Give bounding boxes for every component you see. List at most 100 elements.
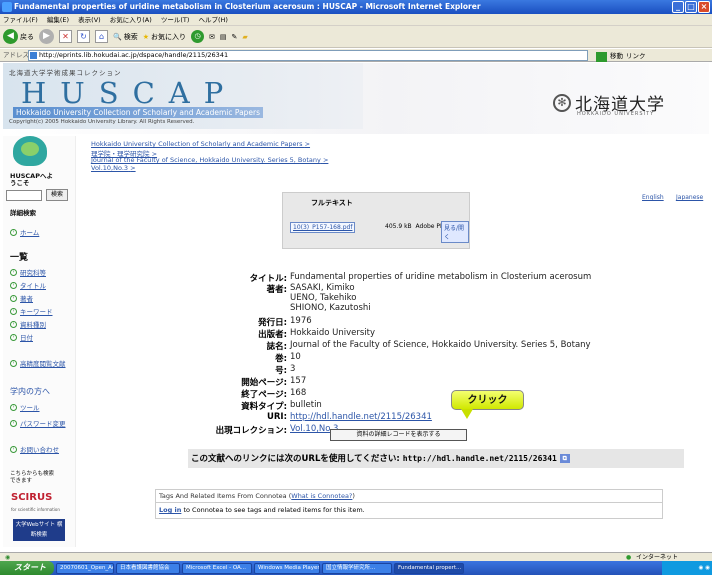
copy-link-icon[interactable]: ⧉ [559, 454, 570, 463]
breadcrumb-journal[interactable]: Journal of the Faculty of Science, Hokka… [91, 156, 328, 164]
end-page-label: 終了ページ: [241, 390, 287, 400]
status-bar: ◉ ● インターネット [0, 552, 712, 561]
search-input[interactable] [6, 190, 42, 201]
taskbar-item-1[interactable]: 20070601_Open_Acce... [56, 562, 114, 574]
tray-icon[interactable]: ◉ ◉ [699, 565, 710, 571]
sidebar-item-hot[interactable]: › 高精度閲覧文献 [10, 358, 66, 368]
author-2: UENO, Takehiko [290, 293, 357, 303]
type-label: 資料タイプ: [241, 402, 287, 412]
bullet-icon: › [10, 419, 17, 427]
publisher-value: Hokkaido University [290, 328, 376, 338]
system-tray: ◉ ◉ [662, 561, 712, 575]
search-submit-button[interactable]: 検索 [46, 189, 68, 201]
folder-button[interactable]: ▰ [242, 33, 247, 41]
links-button[interactable]: リンク [626, 50, 646, 63]
show-full-record-button[interactable]: 資料の詳細レコードを表示する [330, 429, 467, 441]
view-open-button[interactable]: 見る/開く [441, 221, 469, 243]
banner-subtitle: Hokkaido University Collection of Schola… [13, 107, 264, 118]
bullet-icon: › [10, 403, 17, 411]
scirus-logo[interactable]: SCIRUS for scientific information [11, 492, 61, 512]
connotea-login-link[interactable]: Log in [159, 506, 181, 514]
univ-search-button[interactable]: 大学Webサイト 横断検索 [13, 519, 65, 541]
author-1: SASAKI, Kimiko [290, 283, 355, 293]
sidebar-item-tools[interactable]: › ツール [10, 402, 40, 412]
univ-name-en: HOKKAIDO UNIVERSITY [577, 111, 655, 117]
close-button[interactable]: × [698, 1, 710, 13]
pdf-file-link[interactable]: 10(3)_P157-168.pdf [290, 222, 356, 233]
bullet-icon: › [10, 320, 17, 328]
edit-button[interactable]: ✎ [232, 33, 238, 41]
university-emblem-icon: ✻ [553, 93, 571, 112]
sidebar-item-contact[interactable]: › お問い合わせ [10, 444, 59, 454]
lang-english-link[interactable]: English [642, 194, 664, 201]
list-heading: 一覧 [10, 253, 29, 263]
minimize-button[interactable]: _ [672, 1, 684, 13]
volume-value: 10 [290, 352, 301, 362]
sidebar-item-home[interactable]: › ホーム [10, 227, 39, 237]
search-button[interactable]: 🔍 検索 [113, 32, 138, 42]
go-arrow-icon[interactable] [596, 51, 607, 62]
sidebar-item-title[interactable]: › タイトル [10, 280, 46, 290]
fulltext-heading: フルテキスト [311, 199, 353, 207]
what-is-connotea-link[interactable]: What is Connotea? [291, 492, 352, 500]
taskbar-item-4[interactable]: Windows Media Player [254, 562, 320, 574]
sidebar-item-departments[interactable]: › 研究科等 [10, 267, 46, 277]
sidebar-item-type[interactable]: › 資料種別 [10, 319, 46, 329]
start-button[interactable]: スタート [0, 561, 54, 575]
go-button[interactable]: 移動 [610, 50, 623, 63]
menu-tools[interactable]: ツール(T) [161, 16, 190, 24]
bullet-icon: › [10, 281, 17, 289]
huscap-logo[interactable]: HUSCAP [21, 76, 237, 110]
taskbar-item-6[interactable]: Fundamental propert... [394, 562, 464, 574]
menu-file[interactable]: ファイル(F) [3, 16, 38, 24]
sidebar-item-password[interactable]: › パスワード変更 [10, 418, 66, 428]
search-icon: 🔍 [113, 32, 122, 41]
back-button[interactable]: ◀ 戻る [3, 29, 34, 44]
stop-button[interactable]: ✕ [59, 30, 72, 43]
sidebar-item-date[interactable]: › 日付 [10, 332, 33, 342]
address-input[interactable]: http://eprints.lib.hokudai.ac.jp/dspace/… [28, 50, 588, 61]
lang-japanese-link[interactable]: Japanese [676, 194, 703, 201]
back-arrow-icon: ◀ [3, 29, 18, 44]
bullet-icon: › [10, 333, 17, 341]
author-3: SHIONO, Kazutoshi [290, 303, 371, 313]
history-icon: ◷ [191, 30, 204, 43]
bullet-icon: › [10, 294, 17, 302]
sidebar-item-keyword[interactable]: › キーワード [10, 306, 53, 316]
advanced-search-link[interactable]: 詳細検索 [10, 207, 36, 217]
home-button[interactable]: ⌂ [95, 30, 108, 43]
sidebar-item-author[interactable]: › 著者 [10, 293, 33, 303]
connotea-box: Tags And Related Items From Connotea (Wh… [155, 489, 663, 519]
menu-favorites[interactable]: お気に入り(A) [110, 16, 152, 24]
taskbar-item-3[interactable]: Microsoft Excel - OA... [182, 562, 252, 574]
window-title-bar: Fundamental properties of uridine metabo… [0, 0, 712, 14]
start-page-value: 157 [290, 376, 307, 386]
menu-help[interactable]: ヘルプ(H) [199, 16, 228, 24]
for-members-heading: 学内の方へ [10, 387, 50, 396]
date-value: 1976 [290, 316, 312, 326]
mail-button[interactable]: ✉ [209, 33, 215, 41]
fulltext-box: フルテキスト 10(3)_P157-168.pdf 405.9 kB Adobe… [282, 192, 470, 249]
taskbar-item-5[interactable]: 国立情報学研究所... [322, 562, 392, 574]
page-icon [30, 52, 37, 59]
taskbar-item-2[interactable]: 日本看護図書館協会 [116, 562, 180, 574]
journal-value: Journal of the Faculty of Science, Hokka… [290, 340, 591, 350]
maximize-button[interactable]: □ [685, 1, 697, 13]
bullet-icon: › [10, 268, 17, 276]
menu-edit[interactable]: 編集(E) [47, 16, 69, 24]
uri-label: URI: [266, 412, 287, 422]
uri-link[interactable]: http://hdl.handle.net/2115/26341 [290, 412, 432, 422]
print-button[interactable]: ▤ [220, 33, 227, 41]
start-page-label: 開始ページ: [241, 378, 287, 388]
menu-view[interactable]: 表示(V) [78, 16, 101, 24]
breadcrumb-root[interactable]: Hokkaido University Collection of Schola… [91, 140, 310, 148]
toolbar: ◀ 戻る ▶ ✕ ↻ ⌂ 🔍 検索 ★ お気に入り ◷ ✉ ▤ ✎ ▰ [0, 26, 712, 48]
breadcrumb-volume[interactable]: Vol.10,No.3 > [91, 164, 136, 172]
favorites-button[interactable]: ★ お気に入り [143, 32, 186, 42]
connotea-heading: Tags And Related Items From Connotea (Wh… [159, 492, 355, 500]
history-button[interactable]: ◷ [191, 30, 204, 43]
volume-label: 巻: [275, 354, 287, 364]
window-title: Fundamental properties of uridine metabo… [14, 2, 481, 11]
refresh-button[interactable]: ↻ [77, 30, 90, 43]
forward-button[interactable]: ▶ [39, 29, 54, 44]
